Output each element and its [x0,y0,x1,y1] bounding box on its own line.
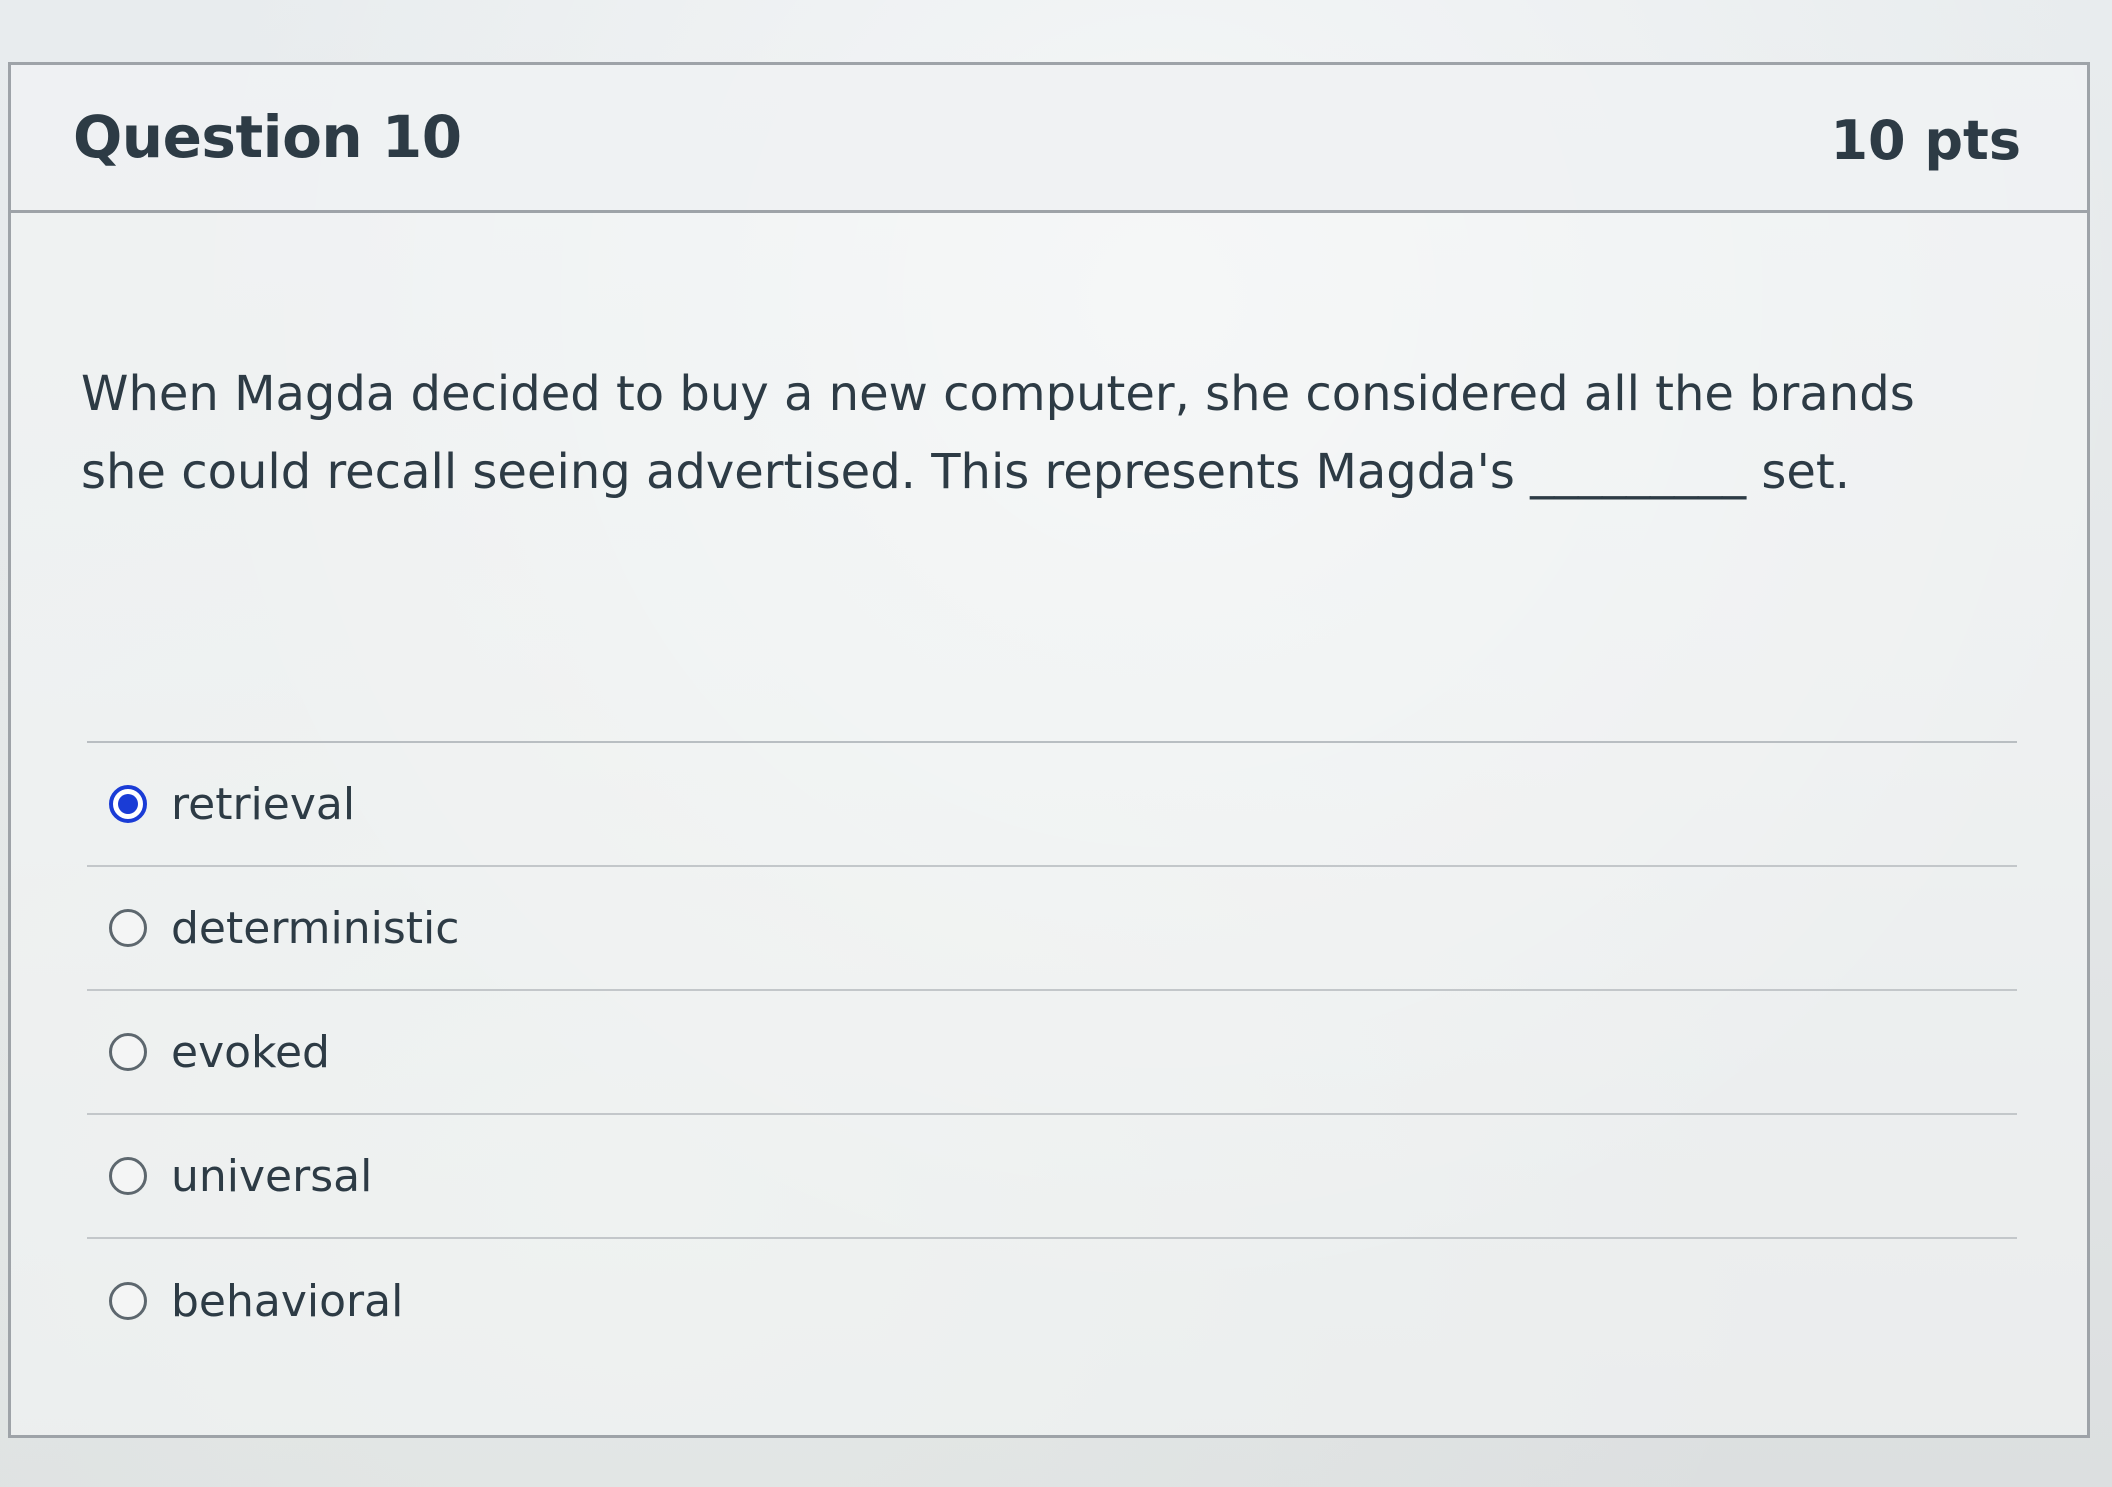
question-header: Question 10 10 pts [11,65,2087,213]
answer-label[interactable]: universal [171,1151,372,1202]
answer-list: retrieval deterministic evoked universal… [87,741,2017,1363]
question-text: When Magda decided to buy a new computer… [81,366,1915,500]
question-card: Question 10 10 pts When Magda decided to… [8,62,2090,1438]
answer-option-behavioral[interactable]: behavioral [87,1239,2017,1363]
radio-icon[interactable] [109,1033,147,1071]
answer-option-evoked[interactable]: evoked [87,991,2017,1115]
radio-icon[interactable] [109,1157,147,1195]
radio-icon[interactable] [109,909,147,947]
radio-icon[interactable] [109,1282,147,1320]
answer-label[interactable]: behavioral [171,1276,403,1327]
question-title: Question 10 [73,103,462,171]
answer-label[interactable]: evoked [171,1027,330,1078]
radio-selected-icon[interactable] [109,785,147,823]
question-points: 10 pts [1830,109,2021,172]
answer-option-deterministic[interactable]: deterministic [87,867,2017,991]
answer-option-universal[interactable]: universal [87,1115,2017,1239]
answer-option-retrieval[interactable]: retrieval [87,743,2017,867]
answer-label[interactable]: deterministic [171,903,459,954]
answer-label[interactable]: retrieval [171,779,355,830]
